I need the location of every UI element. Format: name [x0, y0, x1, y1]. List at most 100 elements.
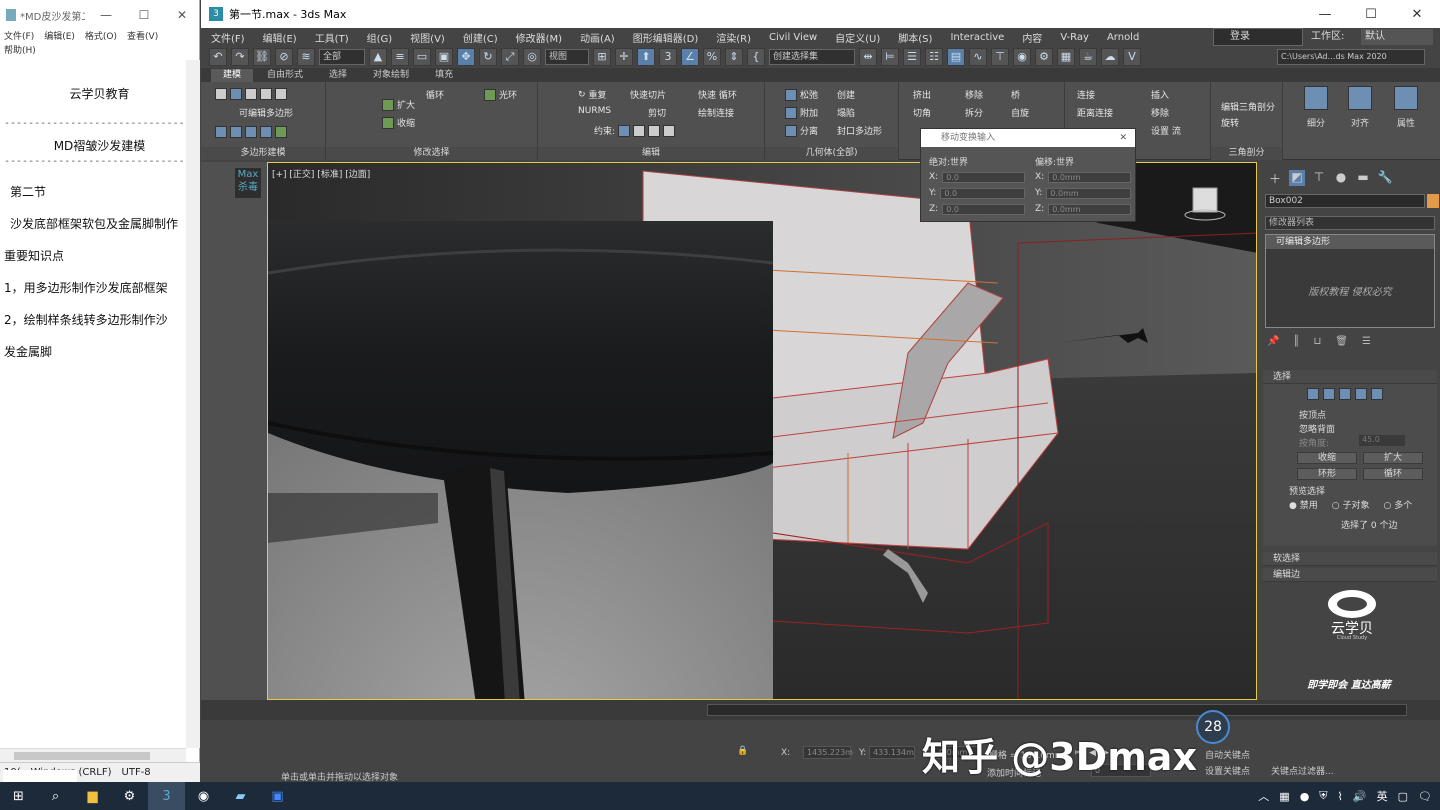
loop-button[interactable]: 循环 [426, 88, 444, 101]
scale-icon[interactable]: ⤢ [501, 48, 519, 66]
modifier-list-select[interactable]: 修改器列表 [1265, 216, 1435, 230]
dialog-titlebar[interactable]: 移动变换输入 ✕ [921, 129, 1135, 147]
menu-interactive[interactable]: Interactive [950, 32, 1004, 43]
modifier-stack[interactable]: 可编辑多边形 版权教程 侵权必究 [1265, 234, 1435, 328]
shrink-button[interactable]: 收缩 [382, 116, 415, 129]
maximize-button[interactable]: ☐ [127, 8, 161, 22]
menu-edit[interactable]: 编辑(E) [44, 30, 75, 44]
project-path-field[interactable]: C:\Users\Ad…ds Max 2020 [1277, 49, 1425, 65]
shrink-button[interactable]: 收缩 [1297, 452, 1357, 464]
tab-modeling[interactable]: 建模 [211, 69, 254, 82]
cap-poly-button[interactable]: 封口多边形 [837, 124, 882, 137]
preview-multiple-radio[interactable]: ○ 多个 [1383, 498, 1412, 511]
select-by-name-icon[interactable]: ≡ [391, 48, 409, 66]
detach-button[interactable]: 分离 [785, 124, 818, 137]
angle-snap-icon[interactable]: ∠ [681, 48, 699, 66]
minimize-button[interactable]: — [1302, 7, 1348, 22]
horizontal-scrollbar[interactable] [0, 748, 186, 762]
remove-modifier-icon[interactable]: 🗑 [1335, 336, 1348, 347]
stack-item-editable-poly[interactable]: 可编辑多边形 [1266, 235, 1434, 249]
tray-chevron-icon[interactable]: ︿ [1258, 788, 1269, 804]
set-flow-button[interactable]: 设置 流 [1151, 124, 1181, 137]
menu-help[interactable]: 帮助(H) [4, 44, 36, 58]
border-icon[interactable] [1339, 388, 1351, 400]
manipulate-icon[interactable]: ✛ [615, 48, 633, 66]
notifications-icon[interactable]: 🗨 [1418, 790, 1432, 803]
menu-vray[interactable]: V-Ray [1060, 32, 1089, 43]
spin-button[interactable]: 自旋 [1011, 106, 1029, 119]
extrude-button[interactable]: 挤出 [913, 88, 931, 101]
set-key-button[interactable]: 设置关键点 [1205, 764, 1250, 777]
menu-graph-editors[interactable]: 图形编辑器(D) [633, 30, 699, 45]
edit-tri-button[interactable]: 编辑三角剖分 [1221, 100, 1275, 113]
tray-app2-icon[interactable]: ▢ [1398, 790, 1408, 803]
notepad-text-area[interactable]: 云学贝教育 ----------------------------------… [0, 58, 199, 360]
render-setup-icon[interactable]: ⚙ [1035, 48, 1053, 66]
close-button[interactable]: ✕ [1394, 7, 1440, 22]
element-icon[interactable] [1371, 388, 1383, 400]
rollout-header[interactable]: 选择 [1263, 370, 1437, 384]
properties-button[interactable]: 属性 [1391, 86, 1421, 142]
named-selection-select[interactable]: 创建选择集 [769, 49, 855, 65]
tray-ime-text[interactable]: 英 [1377, 788, 1388, 804]
collapse-button[interactable]: 塌陷 [837, 106, 855, 119]
antivirus-badge[interactable]: Max 杀毒 [235, 168, 261, 198]
attach-button[interactable]: 附加 [785, 106, 818, 119]
abs-x-field[interactable]: 0.0 [942, 171, 1025, 183]
rollout-header[interactable]: 软选择 [1263, 552, 1437, 566]
menu-group[interactable]: 组(G) [367, 30, 393, 45]
render-icon[interactable]: ☕ [1079, 48, 1097, 66]
polygon-icon[interactable] [1355, 388, 1367, 400]
remove-button[interactable]: 移除 [965, 88, 983, 101]
menu-civil-view[interactable]: Civil View [769, 32, 817, 43]
rendered-frame-icon[interactable]: ▦ [1057, 48, 1075, 66]
time-slider[interactable] [707, 704, 1407, 716]
menu-scripting[interactable]: 脚本(S) [898, 30, 932, 45]
tab-populate[interactable]: 填充 [423, 69, 465, 82]
align-button[interactable]: 对齐 [1345, 86, 1375, 142]
hierarchy-tab-icon[interactable]: ⊤ [1311, 170, 1327, 186]
create-button[interactable]: 创建 [837, 88, 855, 101]
distance-connect-button[interactable]: 距离连接 [1077, 106, 1113, 119]
percent-snap-icon[interactable]: % [703, 48, 721, 66]
split-button[interactable]: 拆分 [965, 106, 983, 119]
make-unique-icon[interactable]: ⊔ [1313, 336, 1321, 347]
undo-icon[interactable]: ↶ [209, 48, 227, 66]
menu-content[interactable]: 内容 [1022, 30, 1042, 45]
workspace-select[interactable]: 默认 [1361, 29, 1433, 45]
cut-button[interactable]: 剪切 [648, 106, 666, 119]
menu-arnold[interactable]: Arnold [1107, 32, 1139, 43]
off-z-field[interactable]: 0.0mm [1048, 203, 1131, 215]
tab-object-paint[interactable]: 对象绘制 [361, 69, 421, 82]
unlink-icon[interactable]: ⊘ [275, 48, 293, 66]
mirror-icon[interactable]: ⇹ [859, 48, 877, 66]
show-end-result-icon[interactable]: ║ [1293, 336, 1299, 347]
vray-icon[interactable]: V [1123, 48, 1141, 66]
viewport-perspective[interactable]: [+] [正交] [标准] [边面] [267, 162, 1257, 700]
menu-view[interactable]: 查看(V) [127, 30, 158, 44]
redo-icon[interactable]: ↷ [231, 48, 249, 66]
subdivide-button[interactable]: 细分 [1301, 86, 1331, 142]
menu-file[interactable]: 文件(F) [4, 30, 34, 44]
key-filters-button[interactable]: 关键点过滤器... [1271, 764, 1334, 777]
ribbon-toggle-icon[interactable]: ▤ [947, 48, 965, 66]
login-dropdown[interactable]: 登录 [1213, 28, 1303, 46]
edit-named-sel-icon[interactable]: { [747, 48, 765, 66]
menu-tools[interactable]: 工具(T) [315, 30, 349, 45]
preview-disabled-radio[interactable]: ● 禁用 [1289, 498, 1318, 511]
video-recorder-icon[interactable]: ▣ [259, 782, 296, 810]
search-icon[interactable]: ⌕ [37, 782, 74, 810]
select-object-icon[interactable]: ▲ [369, 48, 387, 66]
selection-filter-select[interactable]: 全部 [319, 49, 365, 65]
vertex-mode-icon[interactable] [215, 88, 287, 100]
link-icon[interactable]: ⛓ [253, 48, 271, 66]
connect-button[interactable]: 连接 [1077, 88, 1095, 101]
tray-volume-icon[interactable]: 🔊 [1353, 790, 1367, 803]
x-coord-field[interactable]: 1435.223m [803, 746, 853, 759]
menu-format[interactable]: 格式(O) [85, 30, 117, 44]
abs-z-field[interactable]: 0.0 [942, 203, 1025, 215]
swift-loop-button[interactable]: 快速 循环 [698, 88, 737, 101]
menu-animation[interactable]: 动画(A) [580, 30, 615, 45]
curve-editor-icon[interactable]: ∿ [969, 48, 987, 66]
tray-mic-icon[interactable]: ● [1300, 790, 1310, 803]
